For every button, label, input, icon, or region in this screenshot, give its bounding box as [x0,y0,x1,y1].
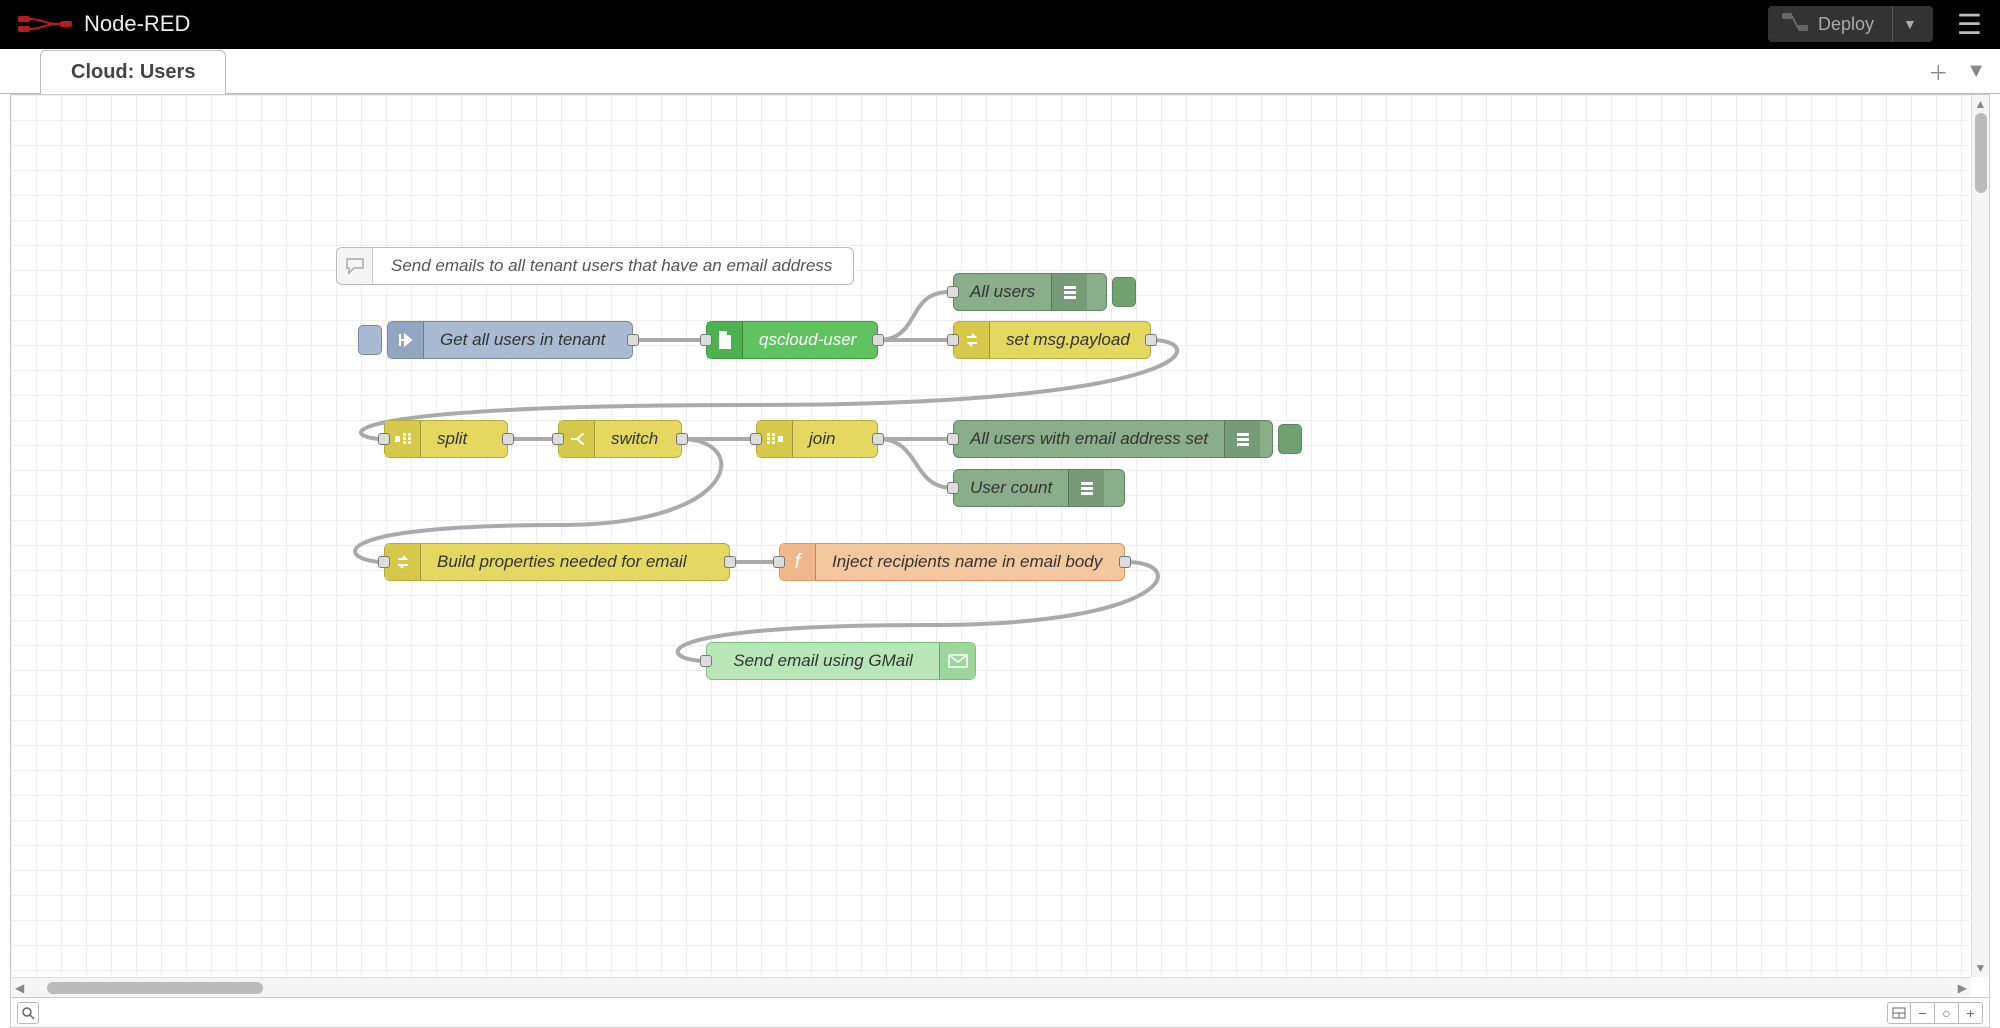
footer-bar: − ○ + [10,998,1990,1028]
input-port[interactable] [947,433,959,445]
node-function-inject-name[interactable]: f Inject recipients name in email body [779,543,1125,581]
file-icon [707,322,743,358]
node-label: switch [595,429,674,449]
app-header: Node-RED Deploy ▼ ☰ [0,0,2000,48]
input-port[interactable] [773,556,785,568]
node-join[interactable]: join [756,420,878,458]
output-port[interactable] [502,433,514,445]
node-email[interactable]: Send email using GMail [706,642,976,680]
app-title: Node-RED [84,11,190,37]
node-label: Send email using GMail [707,651,939,671]
change-icon [385,544,421,580]
menu-button[interactable]: ☰ [1957,8,1982,41]
deploy-button[interactable]: Deploy ▼ [1768,6,1933,42]
wire-layer [11,95,1969,977]
deploy-caret-icon[interactable]: ▼ [1892,6,1927,42]
node-label: Inject recipients name in email body [816,552,1118,572]
change-icon [954,322,990,358]
node-comment[interactable]: Send emails to all tenant users that hav… [336,247,854,285]
debug-toggle-button[interactable] [1112,277,1136,307]
input-port[interactable] [378,433,390,445]
zoom-reset-button[interactable]: ○ [1935,1002,1959,1024]
debug-icon [1224,421,1260,457]
input-port[interactable] [750,433,762,445]
node-label: User count [954,478,1068,498]
navigator-button[interactable] [1887,1002,1911,1024]
node-debug-all-users[interactable]: All users [953,273,1107,311]
input-port[interactable] [552,433,564,445]
comment-icon [337,248,373,284]
input-port[interactable] [947,482,959,494]
output-port[interactable] [627,334,639,346]
scrollbar-thumb[interactable] [1975,113,1987,193]
app-logo: Node-RED [18,11,190,37]
debug-toggle-button[interactable] [1278,424,1302,454]
node-debug-user-count[interactable]: User count [953,469,1125,507]
output-port[interactable] [1119,556,1131,568]
node-inject[interactable]: Get all users in tenant [387,321,633,359]
node-switch[interactable]: switch [558,420,682,458]
scroll-up-icon[interactable]: ▲ [1975,97,1987,111]
output-port[interactable] [1145,334,1157,346]
input-port[interactable] [700,655,712,667]
node-change-set-payload[interactable]: set msg.payload [953,321,1151,359]
output-port[interactable] [872,433,884,445]
node-label: Build properties needed for email [421,552,702,572]
node-qscloud-user[interactable]: qscloud-user [706,321,878,359]
node-label: All users [954,282,1051,302]
tab-label: Cloud: Users [71,61,195,83]
node-change-build-props[interactable]: Build properties needed for email [384,543,730,581]
node-label: qscloud-user [743,330,872,350]
node-label: join [793,429,851,449]
switch-icon [559,421,595,457]
zoom-controls: − ○ + [1887,1002,1983,1024]
input-port[interactable] [378,556,390,568]
scroll-left-icon[interactable]: ◀ [15,981,24,995]
zoom-in-button[interactable]: + [1959,1002,1983,1024]
output-port[interactable] [724,556,736,568]
debug-icon [1068,470,1104,506]
scrollbar-thumb[interactable] [47,982,263,994]
tab-menu-caret-icon[interactable]: ▼ [1966,60,1986,83]
nodered-logo-icon [18,14,74,34]
node-label: All users with email address set [954,429,1224,449]
input-port[interactable] [700,334,712,346]
workspace: Send emails to all tenant users that hav… [10,94,1990,998]
node-label: Get all users in tenant [424,330,621,350]
scroll-down-icon[interactable]: ▼ [1975,961,1987,975]
join-icon [757,421,793,457]
deploy-icon [1782,13,1808,36]
tab-cloud-users[interactable]: Cloud: Users [40,50,226,94]
zoom-out-button[interactable]: − [1911,1002,1935,1024]
vertical-scrollbar[interactable]: ▲ ▼ [1971,95,1989,977]
horizontal-scrollbar[interactable]: ◀ ▶ [11,977,1971,997]
debug-icon [1051,274,1087,310]
split-icon [385,421,421,457]
node-debug-all-email[interactable]: All users with email address set [953,420,1273,458]
function-icon: f [780,544,816,580]
flow-canvas[interactable]: Send emails to all tenant users that hav… [11,95,1969,977]
node-label: Send emails to all tenant users that hav… [373,256,850,276]
node-label: split [421,429,483,449]
input-port[interactable] [947,286,959,298]
inject-icon [388,322,424,358]
add-tab-button[interactable]: ＋ [1928,57,1948,86]
deploy-label: Deploy [1818,14,1874,35]
output-port[interactable] [676,433,688,445]
search-button[interactable] [17,1002,39,1024]
tab-bar: Cloud: Users ＋ ▼ [0,48,2000,94]
output-port[interactable] [872,334,884,346]
email-icon [939,643,975,679]
scroll-right-icon[interactable]: ▶ [1958,981,1967,995]
inject-trigger-button[interactable] [358,325,382,355]
node-split[interactable]: split [384,420,508,458]
node-label: set msg.payload [990,330,1146,350]
input-port[interactable] [947,334,959,346]
